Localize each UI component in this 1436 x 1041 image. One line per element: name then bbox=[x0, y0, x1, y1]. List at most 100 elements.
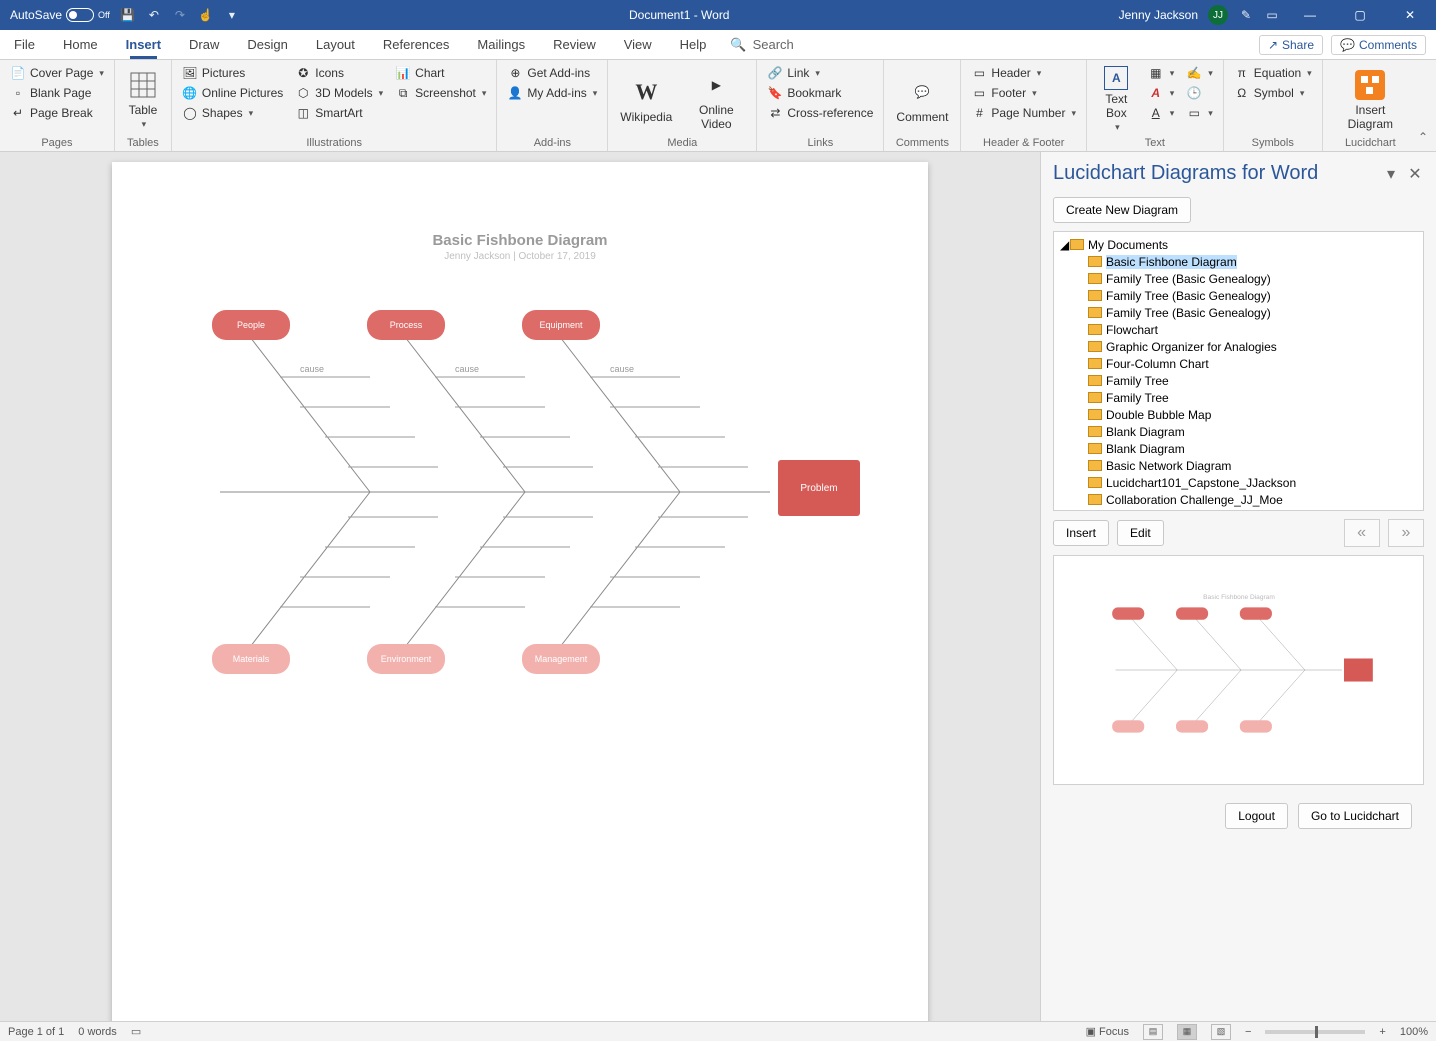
blank-page-button[interactable]: ▫Blank Page bbox=[8, 84, 106, 102]
equation-button[interactable]: πEquation bbox=[1232, 64, 1314, 82]
insert-diagram-button[interactable]: Insert Diagram bbox=[1331, 64, 1410, 135]
goto-lucidchart-button[interactable]: Go to Lucidchart bbox=[1298, 803, 1412, 829]
screenshot-button[interactable]: ⧉Screenshot bbox=[393, 84, 488, 102]
tree-root[interactable]: ◢My Documents bbox=[1054, 236, 1423, 253]
read-mode-button[interactable]: ▤ bbox=[1143, 1024, 1163, 1040]
new-comment-button[interactable]: 💬Comment bbox=[892, 64, 952, 135]
signature-line-button[interactable]: ✍ bbox=[1184, 64, 1215, 82]
tree-item[interactable]: Family Tree (Basic Genealogy) bbox=[1054, 304, 1423, 321]
save-icon[interactable]: 💾 bbox=[120, 7, 136, 23]
tab-insert[interactable]: Insert bbox=[112, 30, 175, 59]
date-time-button[interactable]: 🕒 bbox=[1184, 84, 1215, 102]
online-pictures-button[interactable]: 🌐Online Pictures bbox=[180, 84, 285, 102]
tree-item[interactable]: Basic Network Diagram bbox=[1054, 457, 1423, 474]
spellcheck-icon[interactable]: ▭ bbox=[131, 1025, 141, 1038]
tree-item[interactable]: Family Tree (Basic Genealogy) bbox=[1054, 270, 1423, 287]
pane-close-icon[interactable]: ✕ bbox=[1406, 165, 1424, 183]
table-button[interactable]: Table bbox=[123, 64, 163, 135]
tree-item[interactable]: Graphic Organizer for Analogies bbox=[1054, 338, 1423, 355]
online-video-button[interactable]: ▶Online Video bbox=[684, 64, 748, 135]
shapes-button[interactable]: ◯Shapes bbox=[180, 104, 285, 122]
get-addins-button[interactable]: ⊕Get Add-ins bbox=[505, 64, 599, 82]
minimize-button[interactable]: — bbox=[1290, 0, 1330, 30]
focus-mode-button[interactable]: ▣ Focus bbox=[1086, 1025, 1129, 1038]
drop-cap-button[interactable]: A bbox=[1146, 104, 1177, 122]
tab-references[interactable]: References bbox=[369, 30, 463, 59]
cross-reference-button[interactable]: ⇄Cross-reference bbox=[765, 104, 875, 122]
comments-button[interactable]: 💬 Comments bbox=[1331, 35, 1426, 55]
page-break-button[interactable]: ↵Page Break bbox=[8, 104, 106, 122]
tree-item[interactable]: Lucidchart101_Capstone_JJackson bbox=[1054, 474, 1423, 491]
tree-item[interactable]: Four-Column Chart bbox=[1054, 355, 1423, 372]
coming-soon-icon[interactable]: ✎ bbox=[1238, 7, 1254, 23]
footer-button[interactable]: ▭Footer bbox=[969, 84, 1078, 102]
share-button[interactable]: ↗ Share bbox=[1259, 35, 1323, 55]
create-new-diagram-button[interactable]: Create New Diagram bbox=[1053, 197, 1191, 223]
object-button[interactable]: ▭ bbox=[1184, 104, 1215, 122]
prev-page-button[interactable]: « bbox=[1344, 519, 1380, 547]
icons-button[interactable]: ✪Icons bbox=[293, 64, 385, 82]
undo-icon[interactable]: ↶ bbox=[146, 7, 162, 23]
status-page[interactable]: Page 1 of 1 bbox=[8, 1026, 64, 1038]
close-button[interactable]: ✕ bbox=[1390, 0, 1430, 30]
tab-review[interactable]: Review bbox=[539, 30, 610, 59]
tell-me-search[interactable]: 🔍 Search bbox=[720, 30, 803, 59]
ribbon-display-icon[interactable]: ▭ bbox=[1264, 7, 1280, 23]
web-layout-button[interactable]: ▧ bbox=[1211, 1024, 1231, 1040]
tab-layout[interactable]: Layout bbox=[302, 30, 369, 59]
bookmark-button[interactable]: 🔖Bookmark bbox=[765, 84, 875, 102]
tab-home[interactable]: Home bbox=[49, 30, 112, 59]
tree-item[interactable]: Basic Fishbone Diagram bbox=[1054, 253, 1423, 270]
tree-item[interactable]: Blank Diagram bbox=[1054, 423, 1423, 440]
edit-button[interactable]: Edit bbox=[1117, 520, 1164, 546]
wikipedia-button[interactable]: WWikipedia bbox=[616, 64, 676, 135]
document-area[interactable]: Basic Fishbone Diagram Jenny Jackson | O… bbox=[0, 152, 1040, 1021]
cover-page-button[interactable]: 📄Cover Page bbox=[8, 64, 106, 82]
tree-item[interactable]: Flowchart bbox=[1054, 321, 1423, 338]
tab-design[interactable]: Design bbox=[233, 30, 301, 59]
tab-view[interactable]: View bbox=[610, 30, 666, 59]
tab-mailings[interactable]: Mailings bbox=[463, 30, 539, 59]
link-button[interactable]: 🔗Link bbox=[765, 64, 875, 82]
header-button[interactable]: ▭Header bbox=[969, 64, 1078, 82]
print-layout-button[interactable]: ▦ bbox=[1177, 1024, 1197, 1040]
pane-menu-icon[interactable]: ▾ bbox=[1382, 165, 1400, 183]
qat-customize-icon[interactable]: ▾ bbox=[224, 7, 240, 23]
tab-help[interactable]: Help bbox=[666, 30, 721, 59]
page-number-button[interactable]: #Page Number bbox=[969, 104, 1078, 122]
redo-icon[interactable]: ↷ bbox=[172, 7, 188, 23]
autosave-toggle[interactable]: AutoSave Off bbox=[10, 8, 110, 22]
insert-button[interactable]: Insert bbox=[1053, 520, 1109, 546]
next-page-button[interactable]: » bbox=[1388, 519, 1424, 547]
zoom-out-button[interactable]: − bbox=[1245, 1026, 1251, 1038]
tree-item[interactable]: Collaboration Challenge_JJ_Moe bbox=[1054, 491, 1423, 508]
status-words[interactable]: 0 words bbox=[78, 1026, 117, 1038]
tab-file[interactable]: File bbox=[0, 30, 49, 59]
smartart-button[interactable]: ◫SmartArt bbox=[293, 104, 385, 122]
user-avatar[interactable]: JJ bbox=[1208, 5, 1228, 25]
quick-parts-button[interactable]: ▦ bbox=[1146, 64, 1177, 82]
touch-mode-icon[interactable]: ☝ bbox=[198, 7, 214, 23]
logout-button[interactable]: Logout bbox=[1225, 803, 1288, 829]
tab-draw[interactable]: Draw bbox=[175, 30, 233, 59]
symbol-button[interactable]: ΩSymbol bbox=[1232, 84, 1314, 102]
tree-item[interactable]: Double Bubble Map bbox=[1054, 406, 1423, 423]
collapse-ribbon-button[interactable]: ⌃ bbox=[1418, 60, 1436, 151]
tree-item[interactable]: Family Tree bbox=[1054, 372, 1423, 389]
text-box-button[interactable]: AText Box bbox=[1095, 64, 1138, 135]
header-icon: ▭ bbox=[971, 65, 987, 81]
my-addins-button[interactable]: 👤My Add-ins bbox=[505, 84, 599, 102]
zoom-slider[interactable] bbox=[1265, 1030, 1365, 1034]
wordart-button[interactable]: A bbox=[1146, 84, 1177, 102]
chart-button[interactable]: 📊Chart bbox=[393, 64, 488, 82]
tree-item[interactable]: Blank Diagram bbox=[1054, 440, 1423, 457]
tree-item[interactable]: Family Tree (Basic Genealogy) bbox=[1054, 287, 1423, 304]
3d-models-button[interactable]: ⬡3D Models bbox=[293, 84, 385, 102]
document-tree[interactable]: ◢My Documents Basic Fishbone DiagramFami… bbox=[1053, 231, 1424, 511]
zoom-level[interactable]: 100% bbox=[1400, 1026, 1428, 1038]
pictures-button[interactable]: 🖼Pictures bbox=[180, 64, 285, 82]
zoom-in-button[interactable]: + bbox=[1379, 1026, 1385, 1038]
tree-item-label: Family Tree bbox=[1106, 374, 1169, 388]
tree-item[interactable]: Family Tree bbox=[1054, 389, 1423, 406]
maximize-button[interactable]: ▢ bbox=[1340, 0, 1380, 30]
